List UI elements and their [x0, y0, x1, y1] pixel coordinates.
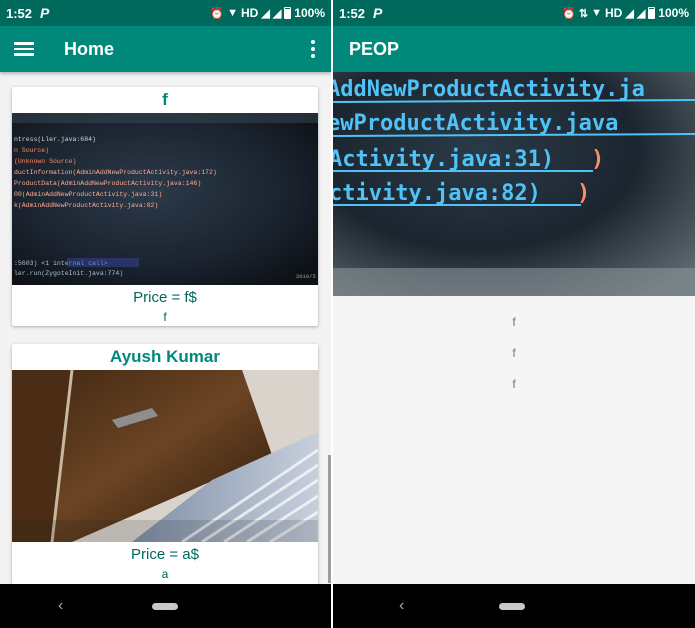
alarm-icon: ⏰ [210, 7, 225, 20]
battery-icon [284, 7, 292, 19]
navigation-bar: ‹ [0, 584, 331, 628]
svg-text:): ) [591, 147, 604, 172]
status-time: 1:52 [6, 5, 33, 21]
navigation-bar: ‹ [333, 584, 695, 628]
code-line-4: ductInformation(AdminAddNewProductActivi… [14, 169, 217, 176]
data-arrows-icon: ⇅ [578, 7, 589, 20]
detail-line: f [512, 346, 516, 360]
status-time: 1:52 [339, 5, 366, 21]
code-line-2: n Source) [14, 147, 49, 154]
page-title: PEOP [349, 38, 400, 59]
battery-icon [648, 7, 656, 19]
product-card[interactable]: Ayush Kumar Price = a$ a [12, 344, 318, 584]
signal-icon: ◢ [261, 7, 270, 20]
parking-notification-icon: P [373, 5, 383, 21]
wifi-icon: ▼ [227, 7, 239, 19]
product-price: Price = f$ [133, 289, 197, 306]
product-detail-image: AddNewProductActivity.ja ewProductActivi… [333, 72, 695, 296]
product-card[interactable]: f ntress(Ller.java:684) n Source) (Unkno… [12, 87, 318, 326]
detail-line: f [512, 315, 516, 329]
page-title: Home [64, 38, 115, 59]
zoomed-code-line-1: AddNewProductActivity.ja [333, 77, 645, 102]
status-icons: ⏰ ⇅ ▼ HD ◢ ◢ 100% [562, 6, 689, 20]
photo-date: 2019/5 [296, 273, 316, 280]
code-line-5: ProductData(AdminAddNewProductActivity.j… [14, 180, 201, 187]
overflow-menu-icon[interactable] [311, 40, 315, 58]
app-bar: Home [0, 26, 331, 72]
status-bar: 1:52 P ⏰ ⇅ ▼ HD ◢ ◢ 100% [333, 0, 695, 26]
product-name: Ayush Kumar [110, 347, 220, 366]
product-image: ntress(Ller.java:684) n Source) (Unknown… [12, 113, 318, 285]
zoomed-code-line-3: Activity.java:31) [333, 147, 554, 172]
product-price: Price = a$ [131, 546, 199, 563]
status-bar: 1:52 P ⏰ ▼ HD ◢ ◢ 100% [0, 0, 331, 26]
wifi-icon: ▼ [591, 7, 603, 19]
signal-roaming-icon: ◢ [636, 7, 646, 20]
product-name: f [162, 90, 168, 109]
product-description: f [163, 310, 167, 324]
detail-line: f [512, 377, 516, 391]
code-line-9: ler.run(ZygoteInit.java:774) [14, 270, 123, 277]
svg-text:): ) [577, 181, 590, 206]
zoomed-code-line-2: ewProductActivity.java [333, 111, 618, 136]
code-line-3: (Unknown Source) [14, 158, 76, 165]
app-bar: PEOP [333, 26, 695, 72]
status-icons: ⏰ ▼ HD ◢ ◢ 100% [210, 6, 325, 20]
back-icon[interactable]: ‹ [58, 597, 63, 615]
battery-percent: 100% [658, 6, 689, 20]
parking-notification-icon: P [40, 5, 50, 21]
menu-icon[interactable] [14, 42, 34, 56]
home-pill-icon[interactable] [499, 602, 525, 610]
alarm-icon: ⏰ [562, 7, 576, 20]
back-icon[interactable]: ‹ [399, 597, 404, 615]
detail-screen: 1:52 P ⏰ ⇅ ▼ HD ◢ ◢ 100% PEOP AddNewProd… [333, 0, 695, 628]
home-screen: 1:52 P ⏰ ▼ HD ◢ ◢ 100% Home f ntress(Lle… [0, 0, 331, 628]
code-line-7: k(AdminAddNewProductActivity.java:82) [14, 202, 158, 209]
network-type-label: HD [605, 6, 623, 20]
home-pill-icon[interactable] [152, 602, 178, 610]
code-line-6: 00(AdminAddNewProductActivity.java:31) [14, 191, 162, 198]
product-description: a [161, 567, 169, 581]
signal-roaming-icon: ◢ [272, 7, 282, 20]
battery-percent: 100% [294, 6, 325, 20]
zoomed-code-line-4: ctivity.java:82) [333, 181, 541, 206]
code-line-1: ntress(Ller.java:684) [14, 136, 96, 143]
network-type-label: HD [241, 6, 259, 20]
product-image [12, 370, 318, 542]
signal-icon: ◢ [625, 7, 634, 20]
